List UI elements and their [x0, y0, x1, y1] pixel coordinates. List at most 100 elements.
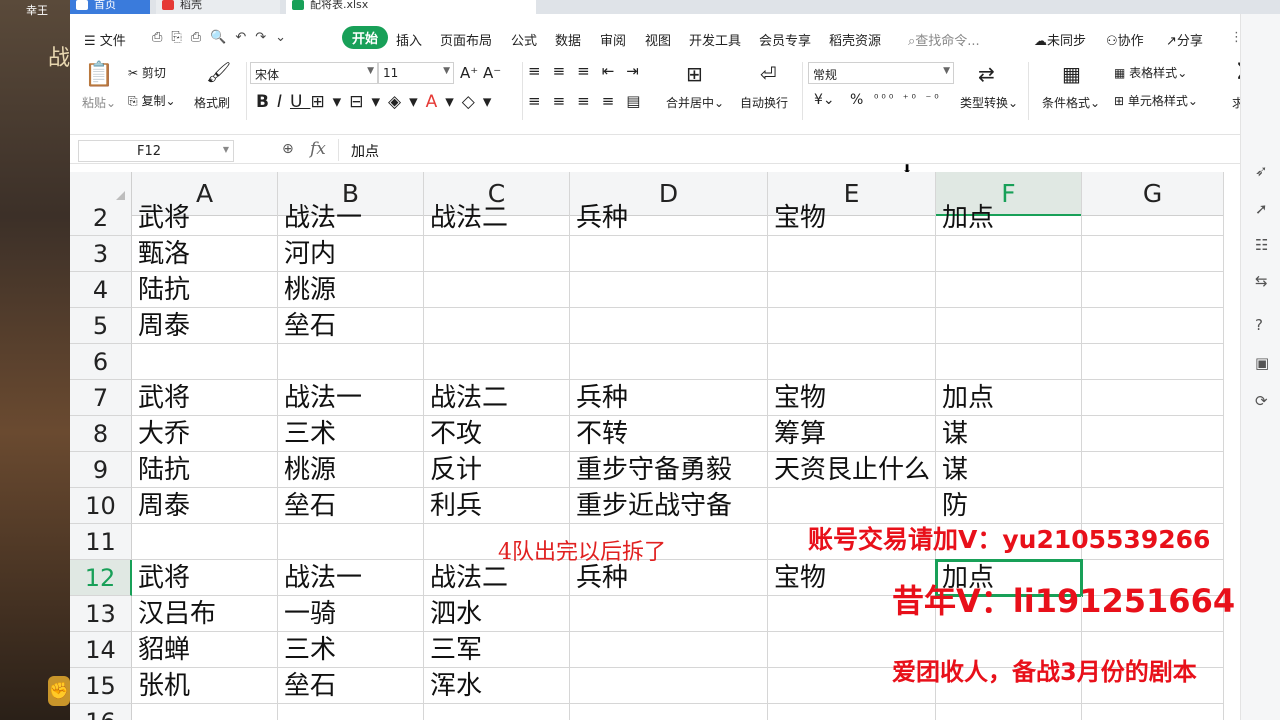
- tab-docer[interactable]: 稻壳: [156, 0, 280, 14]
- row-header[interactable]: 8: [70, 416, 132, 452]
- row-header[interactable]: 5: [70, 308, 132, 344]
- row-header[interactable]: 12: [70, 560, 132, 596]
- cell-g9[interactable]: [1082, 452, 1224, 488]
- cell-c8[interactable]: 不攻: [424, 416, 570, 452]
- cell-d10[interactable]: 重步近战守备: [570, 488, 768, 524]
- transfer-icon[interactable]: ⇆: [1255, 272, 1268, 290]
- cell-d3[interactable]: [570, 236, 768, 272]
- cell-f10[interactable]: 防: [936, 488, 1082, 524]
- file-menu[interactable]: ☰ 文件: [84, 30, 126, 49]
- table-style-button[interactable]: ▦ 表格样式⌄: [1114, 64, 1187, 81]
- cell-e8[interactable]: 筹算: [768, 416, 936, 452]
- cell-b5[interactable]: 垒石: [278, 308, 424, 344]
- cell-e9[interactable]: 天资艮止什么: [768, 452, 936, 488]
- cell-c14[interactable]: 三军: [424, 632, 570, 668]
- cell-b6[interactable]: [278, 344, 424, 380]
- cell-a13[interactable]: 汉吕布: [132, 596, 278, 632]
- tab-home[interactable]: 首页: [70, 0, 150, 14]
- font-grow-shrink-icon[interactable]: A⁺ A⁻: [460, 64, 501, 82]
- adjust-icon[interactable]: ☷: [1255, 236, 1268, 254]
- font-style-buttons[interactable]: BIU⊞▾⊟▾◈▾A▾◇▾: [256, 92, 499, 112]
- cell-a10[interactable]: 周泰: [132, 488, 278, 524]
- quick-access-toolbar[interactable]: ⎙⎘⎙🔍↶↷⌄: [152, 30, 295, 45]
- align-horizontal-icons[interactable]: ≡≡≡≡▤: [528, 92, 652, 110]
- cell-f7[interactable]: 加点: [936, 380, 1082, 416]
- menu-item-docer-resources[interactable]: 稻壳资源: [829, 30, 881, 49]
- currency-button[interactable]: ¥⌄: [814, 92, 835, 108]
- cell-g5[interactable]: [1082, 308, 1224, 344]
- cell-e10[interactable]: [768, 488, 936, 524]
- cell-g8[interactable]: [1082, 416, 1224, 452]
- copy-button[interactable]: ⎘ 复制⌄: [128, 92, 176, 109]
- align-vertical-icons[interactable]: ≡≡≡⇤⇥: [528, 62, 651, 80]
- fx-icon[interactable]: fx: [310, 139, 326, 159]
- number-format-select[interactable]: 常规 ▼: [808, 62, 954, 84]
- name-box[interactable]: F12 ▼: [78, 140, 234, 162]
- cell-a7[interactable]: 武将: [132, 380, 278, 416]
- cell-g10[interactable]: [1082, 488, 1224, 524]
- cell-a11[interactable]: [132, 524, 278, 560]
- cell-a15[interactable]: 张机: [132, 668, 278, 704]
- cell-b7[interactable]: 战法一: [278, 380, 424, 416]
- cell-e7[interactable]: 宝物: [768, 380, 936, 416]
- row-header[interactable]: 4: [70, 272, 132, 308]
- format-painter-button[interactable]: 格式刷: [194, 94, 230, 111]
- menu-item-developer[interactable]: 开发工具: [689, 30, 741, 49]
- cell-f16[interactable]: [936, 704, 1082, 720]
- cell-a9[interactable]: 陆抗: [132, 452, 278, 488]
- cell-a3[interactable]: 甄洛: [132, 236, 278, 272]
- cell-e3[interactable]: [768, 236, 936, 272]
- cell-f6[interactable]: [936, 344, 1082, 380]
- cell-a4[interactable]: 陆抗: [132, 272, 278, 308]
- cell-b8[interactable]: 三术: [278, 416, 424, 452]
- menu-item-formula[interactable]: 公式: [511, 30, 537, 49]
- cell-c3[interactable]: [424, 236, 570, 272]
- cell-style-button[interactable]: ⊞ 单元格样式⌄: [1114, 92, 1198, 109]
- menu-item-member[interactable]: 会员专享: [759, 30, 811, 49]
- menu-item-review[interactable]: 审阅: [600, 30, 626, 49]
- zoom-icon[interactable]: ⊕: [282, 141, 294, 157]
- cell-f3[interactable]: [936, 236, 1082, 272]
- cut-button[interactable]: ✂ 剪切: [128, 64, 166, 81]
- merge-center-button[interactable]: 合并居中⌄: [666, 94, 724, 111]
- rocket-icon[interactable]: ➶: [1255, 162, 1268, 180]
- cell-a8[interactable]: 大乔: [132, 416, 278, 452]
- cell-c9[interactable]: 反计: [424, 452, 570, 488]
- cell-b12[interactable]: 战法一: [278, 560, 424, 596]
- cell-c5[interactable]: [424, 308, 570, 344]
- row-header[interactable]: 9: [70, 452, 132, 488]
- cell-g16[interactable]: [1082, 704, 1224, 720]
- cell-d2[interactable]: 兵种: [570, 200, 768, 236]
- cell-c10[interactable]: 利兵: [424, 488, 570, 524]
- cell-c2[interactable]: 战法二: [424, 200, 570, 236]
- tab-workbook[interactable]: 配将表.xlsx: [286, 0, 536, 14]
- cell-b11[interactable]: [278, 524, 424, 560]
- cell-b13[interactable]: 一骑: [278, 596, 424, 632]
- cell-d7[interactable]: 兵种: [570, 380, 768, 416]
- paste-button[interactable]: 粘贴⌄: [82, 94, 116, 111]
- cell-d16[interactable]: [570, 704, 768, 720]
- font-name-select[interactable]: 宋体 ▼: [250, 62, 378, 84]
- cell-c15[interactable]: 浑水: [424, 668, 570, 704]
- cell-b16[interactable]: [278, 704, 424, 720]
- cell-f8[interactable]: 谋: [936, 416, 1082, 452]
- cell-g7[interactable]: [1082, 380, 1224, 416]
- cell-a6[interactable]: [132, 344, 278, 380]
- cell-c7[interactable]: 战法二: [424, 380, 570, 416]
- cell-g6[interactable]: [1082, 344, 1224, 380]
- cell-b15[interactable]: 垒石: [278, 668, 424, 704]
- image-icon[interactable]: ▣: [1255, 354, 1269, 372]
- menu-item-home[interactable]: 开始: [342, 26, 389, 49]
- cell-g2[interactable]: [1082, 200, 1224, 236]
- type-convert-button[interactable]: 类型转换⌄: [960, 94, 1018, 111]
- cell-e5[interactable]: [768, 308, 936, 344]
- wrap-text-button[interactable]: 自动换行: [740, 94, 788, 111]
- row-header[interactable]: 7: [70, 380, 132, 416]
- cell-e4[interactable]: [768, 272, 936, 308]
- cell-d13[interactable]: [570, 596, 768, 632]
- cell-a16[interactable]: [132, 704, 278, 720]
- cell-f2[interactable]: 加点: [936, 200, 1082, 236]
- cell-b4[interactable]: 桃源: [278, 272, 424, 308]
- cell-g3[interactable]: [1082, 236, 1224, 272]
- cell-e16[interactable]: [768, 704, 936, 720]
